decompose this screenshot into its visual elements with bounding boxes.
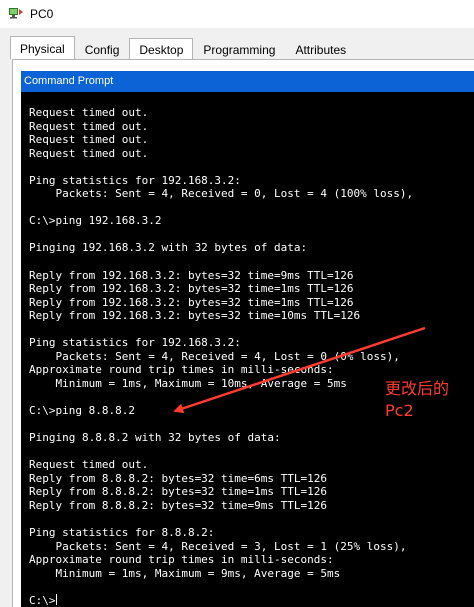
terminal-line: Reply from 192.168.3.2: bytes=32 time=1m… bbox=[29, 295, 354, 309]
tab-physical-label: Physical bbox=[20, 42, 65, 56]
terminal-line: Ping statistics for 8.8.8.2: bbox=[29, 525, 215, 539]
terminal-line: Reply from 192.168.3.2: bytes=32 time=9m… bbox=[29, 268, 354, 282]
packet-tracer-pc-icon bbox=[9, 8, 23, 19]
terminal-line: Ping statistics for 192.168.3.2: bbox=[29, 336, 241, 350]
tab-physical[interactable]: Physical bbox=[10, 36, 75, 60]
terminal-line: Minimum = 1ms, Maximum = 9ms, Average = … bbox=[29, 566, 341, 580]
tab-bar: Physical Config Desktop Programming Attr… bbox=[10, 36, 357, 60]
terminal-line: Reply from 8.8.8.2: bytes=32 time=6ms TT… bbox=[29, 471, 328, 485]
terminal-line: Pinging 192.168.3.2 with 32 bytes of dat… bbox=[29, 241, 308, 255]
terminal-line: Reply from 192.168.3.2: bytes=32 time=10… bbox=[29, 309, 361, 323]
window-title: PC0 bbox=[30, 7, 54, 21]
terminal-line: Request timed out. bbox=[29, 119, 149, 133]
terminal-line: Reply from 192.168.3.2: bytes=32 time=1m… bbox=[29, 282, 354, 296]
tab-attributes[interactable]: Attributes bbox=[285, 38, 357, 60]
tab-desktop[interactable]: Desktop bbox=[129, 38, 194, 60]
tab-desktop-label: Desktop bbox=[139, 43, 184, 57]
tab-programming[interactable]: Programming bbox=[193, 38, 286, 60]
command-prompt-header: Command Prompt bbox=[21, 71, 474, 92]
packet-tracer-window: PC0 Physical Config Desktop Programming … bbox=[0, 0, 474, 607]
tab-config-label: Config bbox=[84, 43, 120, 57]
terminal-line: Request timed out. bbox=[29, 106, 149, 119]
terminal-line: Request timed out. bbox=[29, 146, 149, 160]
terminal-line: Approximate round trip times in milli-se… bbox=[29, 363, 334, 377]
terminal-line: Reply from 8.8.8.2: bytes=32 time=1ms TT… bbox=[29, 485, 328, 499]
terminal-line: C:\> bbox=[29, 593, 57, 607]
terminal-line: Request timed out. bbox=[29, 458, 149, 472]
terminal-line: C:\>ping 192.168.3.2 bbox=[29, 214, 162, 228]
terminal-line: Ping statistics for 192.168.3.2: bbox=[29, 173, 241, 187]
terminal-cursor bbox=[55, 593, 57, 605]
tab-programming-label: Programming bbox=[203, 43, 276, 57]
tab-config[interactable]: Config bbox=[74, 38, 130, 60]
terminal-line: Packets: Sent = 4, Received = 4, Lost = … bbox=[29, 349, 400, 363]
terminal-line: Pinging 8.8.8.2 with 32 bytes of data: bbox=[29, 431, 281, 445]
terminal-line: Request timed out. bbox=[29, 133, 149, 147]
terminal-line: Approximate round trip times in milli-se… bbox=[29, 553, 334, 567]
annotation-label: 更改后的 Pc2 bbox=[385, 379, 450, 420]
terminal-line: Reply from 8.8.8.2: bytes=32 time=9ms TT… bbox=[29, 498, 328, 512]
command-prompt-terminal[interactable]: Request timed out. Request timed out. Requ… bbox=[21, 92, 474, 607]
terminal-line: Packets: Sent = 4, Received = 0, Lost = … bbox=[29, 187, 414, 201]
terminal-line: Packets: Sent = 4, Received = 3, Lost = … bbox=[29, 539, 407, 553]
title-bar: PC0 bbox=[0, 0, 474, 28]
tab-attributes-label: Attributes bbox=[295, 43, 347, 57]
